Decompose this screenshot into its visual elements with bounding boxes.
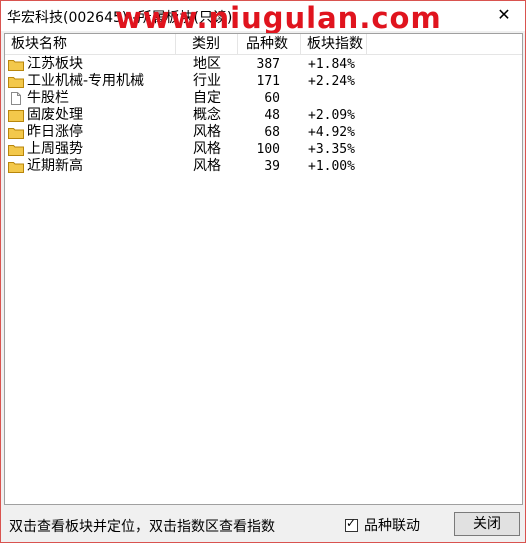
list-item-type: 风格 — [193, 158, 221, 174]
list-item-count: 171 — [256, 74, 280, 89]
list-item-count: 100 — [256, 142, 280, 157]
close-button[interactable]: 关闭 — [454, 512, 520, 536]
list-item-count: 60 — [264, 91, 280, 106]
folder-icon — [8, 145, 24, 156]
list-item-type: 风格 — [193, 124, 221, 140]
list-item[interactable]: 江苏板块 地区 387 +1.84% — [5, 56, 522, 73]
list-item-index[interactable]: +3.35% — [308, 141, 355, 158]
list-item-count: 48 — [264, 108, 280, 123]
list-item[interactable]: 近期新高 风格 39 +1.00% — [5, 158, 522, 175]
list-item[interactable]: 昨日涨停 风格 68 +4.92% — [5, 124, 522, 141]
list-item-index[interactable]: +1.00% — [308, 158, 355, 175]
list-item-type: 风格 — [193, 141, 221, 157]
folder-icon — [8, 77, 24, 88]
list-item-index[interactable]: +1.84% — [308, 56, 355, 73]
list-item-name: 上周强势 — [27, 141, 83, 157]
column-header-name[interactable]: 板块名称 — [5, 34, 176, 54]
list-item-type: 自定 — [193, 90, 221, 106]
folder-icon — [8, 60, 24, 71]
folder-icon — [8, 162, 24, 173]
hint-text: 双击查看板块并定位，双击指数区查看指数 — [9, 519, 275, 535]
column-header-type[interactable]: 类别 — [176, 34, 238, 54]
list-item-name: 昨日涨停 — [27, 124, 83, 140]
list-item-name-cell: 昨日涨停 — [8, 124, 174, 141]
list-item-count: 39 — [264, 159, 280, 174]
list-item-index[interactable]: +4.92% — [308, 124, 355, 141]
list-item[interactable]: 牛股栏 自定 60 — [5, 90, 522, 107]
column-header-index[interactable]: 板块指数 — [301, 34, 367, 54]
list-item-name: 江苏板块 — [27, 56, 83, 72]
list-item[interactable]: 固废处理 概念 48 +2.09% — [5, 107, 522, 124]
folder-icon — [8, 110, 24, 122]
list-header: 板块名称 类别 品种数 板块指数 — [5, 34, 522, 55]
watermark-text: www.niugulan.com — [115, 1, 442, 35]
list-item-index[interactable]: +2.09% — [308, 107, 355, 124]
list-item-name-cell: 工业机械-专用机械 — [8, 73, 174, 90]
checkbox-checked-icon[interactable] — [345, 516, 358, 532]
title-bar[interactable]: 华宏科技(002645)--所属板块(只读) www.niugulan.com … — [1, 1, 525, 35]
list-item[interactable]: 工业机械-专用机械 行业 171 +2.24% — [5, 73, 522, 90]
list-item-index[interactable]: +2.24% — [308, 73, 355, 90]
list-item-name: 固废处理 — [27, 107, 83, 123]
folder-icon — [8, 128, 24, 139]
list-item-name: 近期新高 — [27, 158, 83, 174]
link-varieties-checkbox[interactable]: 品种联动 — [345, 515, 420, 535]
link-varieties-label: 品种联动 — [364, 518, 420, 534]
list-item-count: 387 — [256, 57, 280, 72]
block-dialog-window: 华宏科技(002645)--所属板块(只读) www.niugulan.com … — [0, 0, 526, 543]
list-item-name: 工业机械-专用机械 — [27, 73, 145, 89]
list-item-name: 牛股栏 — [27, 90, 69, 106]
list-item-name-cell: 牛股栏 — [8, 90, 174, 107]
list-item[interactable]: 上周强势 风格 100 +3.35% — [5, 141, 522, 158]
list-item-name-cell: 江苏板块 — [8, 56, 174, 73]
close-icon[interactable]: ✕ — [495, 6, 513, 24]
list-item-name-cell: 固废处理 — [8, 107, 174, 124]
list-item-count: 68 — [264, 125, 280, 140]
list-item-name-cell: 近期新高 — [8, 158, 174, 175]
list-item-type: 地区 — [193, 56, 221, 72]
list-item-type: 行业 — [193, 73, 221, 89]
block-list[interactable]: 板块名称 类别 品种数 板块指数 江苏板块 地区 387 +1.84% 工业机械… — [4, 33, 523, 505]
document-icon — [11, 92, 21, 105]
list-item-name-cell: 上周强势 — [8, 141, 174, 158]
column-header-count[interactable]: 品种数 — [238, 34, 301, 54]
list-item-type: 概念 — [193, 107, 221, 123]
